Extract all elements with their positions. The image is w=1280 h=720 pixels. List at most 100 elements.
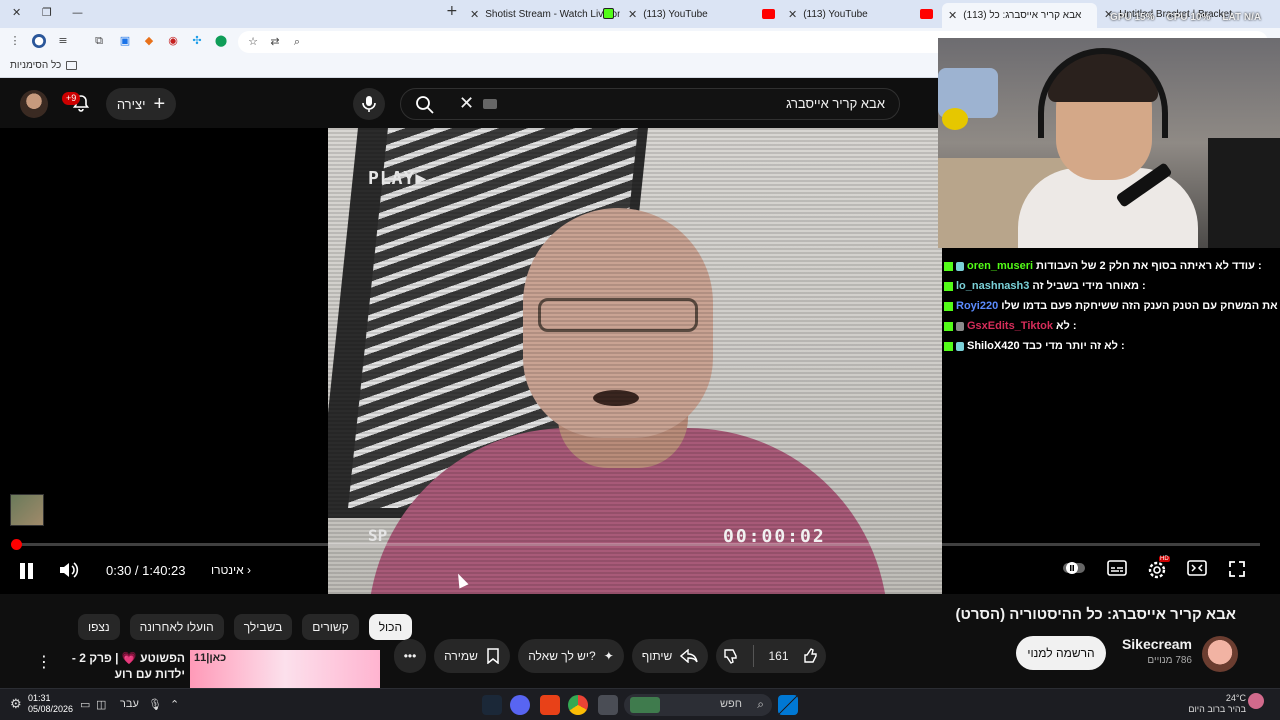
clock-date: 05/08/2026: [28, 704, 74, 714]
task-view-icon[interactable]: [598, 695, 618, 715]
translate-icon[interactable]: ⇄: [268, 35, 282, 49]
close-tab-icon[interactable]: ✕: [628, 8, 637, 21]
sub-badge-icon: [956, 321, 964, 331]
app-icon[interactable]: [540, 695, 560, 715]
language-indicator[interactable]: עבר: [120, 698, 139, 710]
discord-icon[interactable]: [510, 695, 530, 715]
chip-recently-uploaded[interactable]: הועלו לאחרונה: [129, 614, 224, 640]
channel-name[interactable]: Sikecream: [1122, 636, 1192, 652]
taskbar-search[interactable]: חפש ⌕: [624, 694, 772, 716]
search-input[interactable]: ✕ אבא קריר אייסברג: [400, 88, 900, 120]
chapter-button[interactable]: אינטרו ›: [211, 563, 251, 577]
theater-mode-icon[interactable]: [1185, 560, 1209, 582]
recommendation-title[interactable]: הפשוטע 💗 | פרק 2 - ילדות עם רוע: [50, 650, 185, 682]
volume-icon[interactable]: [58, 560, 80, 585]
subtitles-icon[interactable]: [1105, 560, 1129, 582]
chip-watched[interactable]: נצפו: [78, 614, 120, 640]
chat-username: oren_museri: [967, 260, 1034, 272]
keyboard-icon[interactable]: [483, 99, 497, 109]
extensions-icon[interactable]: ⧉: [92, 34, 106, 48]
video-frame[interactable]: PLAY▶ SP 00:00:02: [328, 128, 942, 594]
menu-icon[interactable]: ⋮: [8, 34, 22, 48]
chat-message: oren_museri : עודד לא ראיתה בסוף את חלק …: [944, 256, 1280, 276]
recommendation-thumbnail[interactable]: כאן|11: [190, 650, 380, 688]
weather-widget[interactable]: 24°C בהיר ברוב היום: [1188, 693, 1246, 715]
autoplay-toggle-icon[interactable]: [1062, 560, 1086, 582]
youtube-favicon-icon: [920, 9, 933, 19]
more-actions-button[interactable]: •••: [394, 639, 426, 673]
zoom-icon[interactable]: ⌕: [290, 35, 304, 49]
tab-youtube-1[interactable]: ✕ (113) YouTube: [628, 4, 778, 24]
screen-capture-icon[interactable]: ▣: [118, 34, 132, 48]
battery-icon[interactable]: ▭: [80, 698, 90, 711]
chat-username: ShiloX420: [967, 340, 1020, 352]
thumbnail-text: כאן|11: [194, 652, 227, 664]
thumbs-up-icon[interactable]: [803, 648, 819, 664]
extension-icon[interactable]: ⬤: [214, 34, 228, 48]
ask-ai-button[interactable]: יש לך שאלה? ✦: [518, 639, 624, 673]
subscribe-button[interactable]: הרשמה למנוי: [1016, 636, 1106, 670]
youtube-favicon-icon: [762, 9, 775, 19]
voice-search-button[interactable]: [353, 88, 385, 120]
channel-avatar[interactable]: [1202, 636, 1238, 672]
chat-username: lo_nashnash3: [956, 280, 1030, 292]
pause-button[interactable]: [18, 562, 36, 580]
time-display: 0:30 / 1:40:23: [106, 563, 186, 578]
folder-icon: [66, 61, 78, 70]
notification-icon[interactable]: ⚙: [10, 696, 22, 712]
tray-overflow-chevron-icon[interactable]: ⌃: [170, 698, 179, 711]
network-icon[interactable]: ◫: [96, 698, 106, 711]
streamer-webcam: [938, 38, 1280, 248]
chevron-right-icon: ›: [247, 563, 252, 577]
chat-message: GsxEdits_Tiktok : לא: [944, 316, 1280, 336]
close-tab-icon[interactable]: ✕: [948, 9, 957, 22]
progress-scrubber[interactable]: [11, 539, 22, 550]
minimize-window-icon[interactable]: —: [72, 6, 83, 19]
more-horizontal-icon: •••: [403, 649, 417, 663]
tab-shotist-stream[interactable]: ✕ Shotist Stream - Watch Live on: [470, 4, 620, 24]
ask-label: יש לך שאלה?: [528, 649, 596, 663]
like-count[interactable]: 161: [768, 649, 788, 663]
chip-all[interactable]: הכול: [368, 614, 413, 640]
taskbar-clock[interactable]: 01:31 05/08/2026: [28, 693, 73, 715]
chat-text: : מאוחר מידי בשביל זה: [1032, 280, 1146, 292]
extension-icon[interactable]: ≡: [56, 34, 70, 48]
account-avatar[interactable]: [20, 90, 48, 118]
clear-search-icon[interactable]: ✕: [459, 93, 474, 114]
microphone-tray-icon[interactable]: 🎙: [148, 698, 162, 711]
weather-app-icon: [1248, 693, 1264, 709]
vhs-play-overlay: PLAY▶: [368, 168, 428, 189]
thumbs-down-icon[interactable]: [723, 648, 739, 664]
bookmark-star-icon[interactable]: ☆: [246, 35, 260, 49]
settings-gear-icon[interactable]: HD: [1145, 556, 1170, 582]
extension-icon[interactable]: ◆: [142, 34, 156, 48]
share-label: שיתוף: [641, 649, 673, 663]
restore-window-icon[interactable]: ❐: [42, 6, 52, 19]
extension-icon[interactable]: ◉: [166, 34, 180, 48]
close-window-icon[interactable]: ✕: [12, 6, 21, 19]
all-bookmarks[interactable]: כל הסימניות: [10, 60, 78, 71]
webcam-background-object: [942, 108, 968, 130]
save-button[interactable]: שמירה: [434, 639, 510, 673]
sparkle-icon: ✦: [603, 649, 614, 663]
progress-bar[interactable]: [14, 543, 1260, 546]
kick-badge-icon: [944, 341, 953, 351]
search-icon: ⌕: [757, 697, 764, 711]
search-icon[interactable]: [415, 95, 435, 115]
share-button[interactable]: שיתוף: [632, 639, 708, 673]
fullscreen-icon[interactable]: [1225, 560, 1249, 582]
chip-related[interactable]: קשורים: [302, 614, 359, 640]
windows-start-icon[interactable]: [778, 695, 798, 715]
new-tab-icon[interactable]: +: [446, 3, 458, 19]
chip-for-you[interactable]: בשבילך: [233, 614, 293, 640]
extension-icon[interactable]: ✣: [190, 34, 204, 48]
steam-icon[interactable]: [482, 695, 502, 715]
close-tab-icon[interactable]: ✕: [788, 8, 797, 21]
create-button[interactable]: יצירה +: [106, 88, 176, 120]
chrome-icon[interactable]: [568, 695, 588, 715]
tab-youtube-active[interactable]: ✕ אבא קריר אייסברג: כל (113): [942, 3, 1097, 28]
close-tab-icon[interactable]: ✕: [470, 8, 479, 21]
search-highlight-icon: [630, 697, 660, 713]
profile-icon[interactable]: ●: [32, 34, 46, 48]
tab-youtube-2[interactable]: ✕ (113) YouTube: [788, 4, 928, 24]
